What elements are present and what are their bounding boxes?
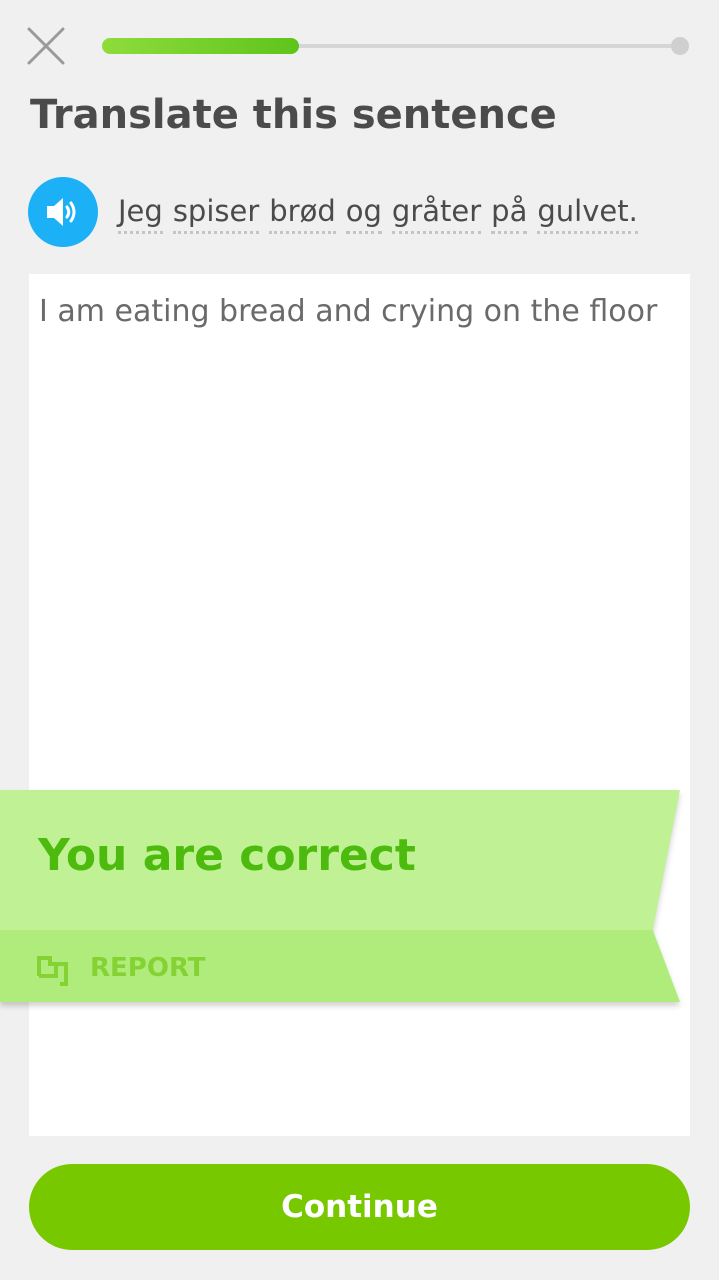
prompt-word[interactable]: gulvet. [537,194,638,234]
answer-text: I am eating bread and crying on the floo… [39,294,658,329]
prompt-word[interactable]: på [491,194,528,234]
close-button[interactable] [26,26,66,66]
page-title: Translate this sentence [30,92,557,138]
prompt-sentence: Jeg spiser brød og gråter på gulvet. [118,194,638,234]
progress-bar-fill [102,38,299,54]
report-button[interactable]: REPORT [36,948,206,988]
prompt-word[interactable]: gråter [391,194,482,234]
progress-end-dot [671,37,689,55]
feedback-banner: You are correct REPORT [0,790,680,1002]
prompt-word[interactable]: Jeg [118,194,163,234]
prompt-word[interactable]: spiser [172,194,260,234]
report-label: REPORT [90,953,206,983]
feedback-message: You are correct [38,830,416,881]
close-icon [27,27,65,65]
speaker-icon [47,198,76,226]
continue-button[interactable]: Continue [29,1164,690,1250]
prompt-word[interactable]: og [345,194,382,234]
prompt-word[interactable]: brød [269,194,336,234]
flag-icon [37,956,68,986]
answer-input[interactable]: I am eating bread and crying on the floo… [29,274,690,1136]
play-audio-button[interactable] [28,177,98,247]
